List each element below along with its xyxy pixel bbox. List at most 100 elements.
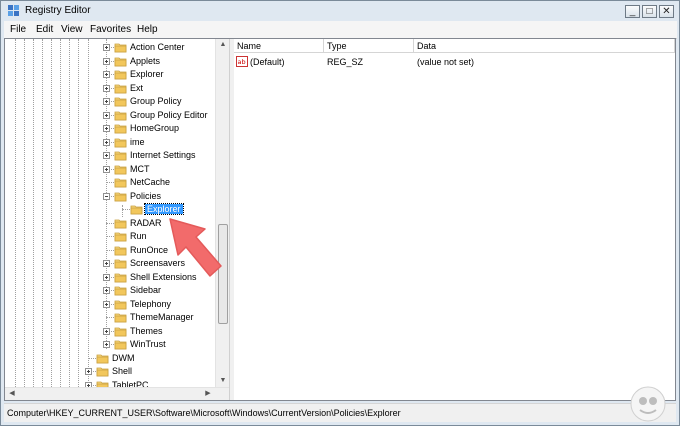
tree-item-label: RADAR: [130, 217, 162, 228]
tree-item-label: Themes: [130, 325, 163, 336]
tree-item[interactable]: Telephony: [5, 298, 215, 311]
tree-horizontal-scrollbar[interactable]: ◀ ▶: [5, 387, 229, 400]
tree-item-label: Policies: [130, 190, 162, 201]
expand-plus-icon[interactable]: [103, 165, 110, 173]
tree-item[interactable]: Group Policy Editor: [5, 109, 215, 122]
folder-icon: [114, 70, 127, 80]
scroll-right-arrow-icon[interactable]: ▶: [201, 388, 215, 400]
folder-icon: [114, 259, 127, 269]
status-bar: Computer\HKEY_CURRENT_USER\Software\Micr…: [4, 403, 676, 422]
tree-item[interactable]: Internet Settings: [5, 149, 215, 162]
tree-item-label: Explorer: [130, 69, 164, 79]
expand-plus-icon[interactable]: [103, 44, 110, 51]
registry-value-row[interactable]: ab (Default) REG_SZ (value not set): [234, 55, 675, 69]
menu-view[interactable]: View: [61, 24, 83, 35]
column-header-data[interactable]: Data: [414, 39, 675, 53]
folder-icon: [96, 367, 109, 377]
expand-plus-icon[interactable]: [103, 341, 110, 348]
folder-icon: [114, 124, 127, 134]
expand-plus-icon[interactable]: [103, 287, 110, 294]
tree-connector: [106, 317, 114, 318]
title-bar[interactable]: Registry Editor _ □ ✕: [1, 1, 679, 21]
tree-item-label: WinTrust: [130, 339, 166, 349]
column-header-type[interactable]: Type: [324, 39, 414, 53]
expand-plus-icon[interactable]: [103, 300, 110, 308]
tree-connector: [106, 249, 114, 251]
close-button[interactable]: ✕: [659, 5, 674, 18]
expand-plus-icon[interactable]: [103, 273, 110, 281]
registry-editor-window: Registry Editor _ □ ✕ File Edit View Fav…: [0, 0, 680, 426]
folder-icon: [114, 273, 127, 282]
value-name: (Default): [250, 57, 285, 67]
expand-plus-icon[interactable]: [103, 152, 110, 159]
menu-bar: File Edit View Favorites Help: [4, 21, 677, 39]
collapse-minus-icon[interactable]: [103, 192, 110, 200]
status-path: Computer\HKEY_CURRENT_USER\Software\Micr…: [7, 408, 401, 418]
expand-plus-icon[interactable]: [103, 71, 110, 78]
folder-icon: [114, 340, 127, 350]
folder-icon: [96, 354, 109, 363]
scroll-down-arrow-icon[interactable]: ▼: [216, 375, 229, 387]
tree-item[interactable]: ime: [5, 136, 215, 149]
tree-item-label: Action Center: [130, 42, 185, 52]
tree-connector: [88, 357, 96, 359]
tree-vertical-scrollbar[interactable]: ▲ ▼: [215, 39, 229, 387]
tree-item[interactable]: Sidebar: [5, 284, 215, 297]
folder-icon: [114, 246, 127, 255]
tree-item[interactable]: Policies: [5, 190, 215, 203]
tree-item-label: ime: [130, 136, 145, 147]
menu-favorites[interactable]: Favorites: [90, 24, 131, 35]
folder-icon: [114, 178, 127, 188]
registry-values-list[interactable]: Name Type Data ab (Default) REG_SZ (valu…: [234, 39, 675, 400]
tree-item-label: Telephony: [130, 298, 172, 309]
svg-text:ab: ab: [238, 58, 246, 66]
tree-item[interactable]: Themes: [5, 325, 215, 338]
expand-plus-icon[interactable]: [85, 368, 92, 375]
tree-item[interactable]: Group Policy: [5, 95, 215, 108]
tree-item[interactable]: Shell: [5, 365, 215, 378]
tree-item[interactable]: MCT: [5, 163, 215, 176]
tree-item[interactable]: Action Center: [5, 41, 215, 54]
folder-icon: [114, 313, 127, 323]
tree-item[interactable]: WinTrust: [5, 338, 215, 351]
menu-file[interactable]: File: [10, 24, 26, 35]
tree-item[interactable]: NetCache: [5, 176, 215, 189]
expand-plus-icon[interactable]: [103, 111, 110, 119]
expand-plus-icon[interactable]: [103, 260, 110, 267]
tree-item[interactable]: HomeGroup: [5, 122, 215, 135]
tree-item-label: RunOnce: [130, 244, 169, 255]
expand-plus-icon[interactable]: [103, 327, 110, 335]
scroll-up-arrow-icon[interactable]: ▲: [216, 39, 229, 51]
maximize-button[interactable]: □: [642, 5, 657, 18]
folder-icon: [114, 57, 127, 66]
expand-plus-icon[interactable]: [103, 138, 110, 146]
tree-item-label: DWM: [112, 352, 135, 363]
tree-connector: [106, 236, 114, 237]
tree-item-label: Ext: [130, 82, 144, 93]
value-data: (value not set): [417, 57, 475, 67]
tree-item-label: NetCache: [130, 177, 171, 187]
tree-item-label: Applets: [130, 55, 161, 66]
client-area: Action Center Applets Explorer Ext Group Pol…: [4, 38, 676, 401]
minimize-button[interactable]: _: [625, 5, 640, 18]
tree-item[interactable]: Applets: [5, 55, 215, 68]
scroll-left-arrow-icon[interactable]: ◀: [5, 388, 19, 400]
tree-item-selected[interactable]: Explorer: [5, 203, 215, 216]
expand-plus-icon[interactable]: [103, 98, 110, 105]
menu-edit[interactable]: Edit: [36, 24, 53, 35]
tree-item[interactable]: Ext: [5, 82, 215, 95]
folder-icon: [114, 111, 127, 120]
expand-plus-icon[interactable]: [103, 125, 110, 132]
column-header-name[interactable]: Name: [234, 39, 324, 53]
menu-help[interactable]: Help: [137, 24, 158, 35]
folder-icon: [130, 205, 143, 215]
folder-icon: [114, 232, 127, 242]
tree-item[interactable]: DWM: [5, 352, 215, 365]
expand-plus-icon[interactable]: [103, 84, 110, 92]
watermark-logo-icon: [630, 386, 666, 422]
expand-plus-icon[interactable]: [103, 57, 110, 65]
tree-connector: [106, 182, 114, 183]
tree-item[interactable]: ThemeManager: [5, 311, 215, 324]
folder-icon: [114, 97, 127, 107]
tree-item[interactable]: Explorer: [5, 68, 215, 81]
